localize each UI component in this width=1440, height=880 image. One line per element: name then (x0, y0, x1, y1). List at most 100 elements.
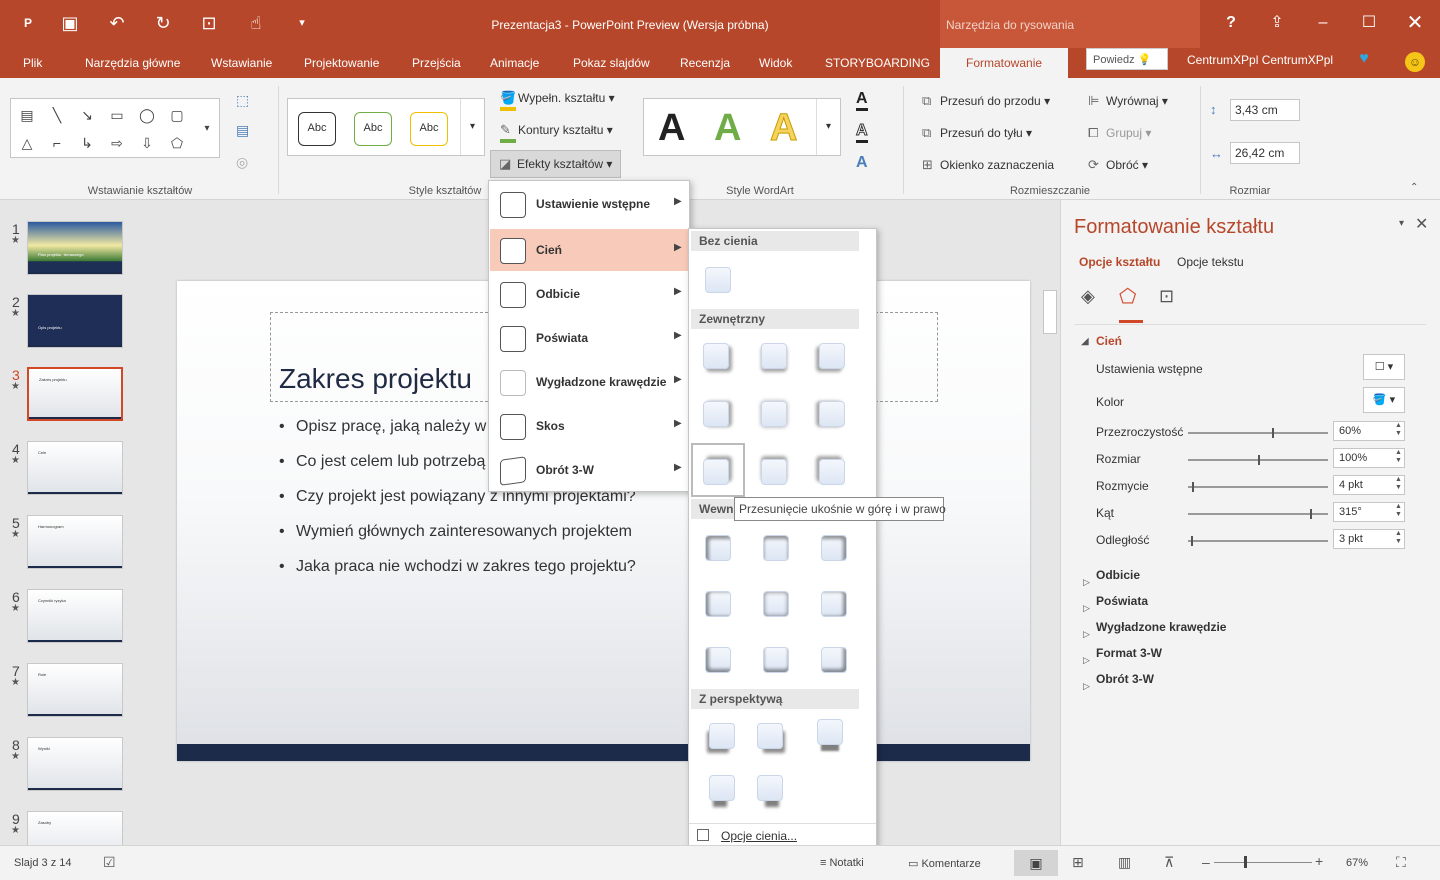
start-slideshow-icon[interactable]: ⊡ (197, 12, 221, 34)
shadow-option-outer[interactable] (819, 401, 845, 427)
shadow-option-perspective[interactable] (709, 775, 735, 801)
minimize-button[interactable]: – (1308, 10, 1338, 36)
tab-view[interactable]: Widok (759, 56, 792, 70)
property-slider-knob[interactable] (1310, 509, 1312, 519)
tab-design[interactable]: Projektowanie (304, 56, 379, 70)
style-sample-green[interactable]: Abc (354, 112, 392, 146)
spelling-check-icon[interactable]: ☑ (103, 854, 116, 871)
section-3d-format[interactable]: Format 3-W (1096, 646, 1162, 660)
zoom-out-button[interactable]: – (1202, 854, 1210, 870)
maximize-button[interactable]: ☐ (1354, 10, 1384, 36)
group-button[interactable]: ⧠ Grupuj ▾ (1088, 125, 1151, 141)
shadow-option-inner[interactable] (763, 591, 789, 617)
more-shapes-icon[interactable]: ▾ (197, 121, 217, 137)
slide-bullet[interactable]: Opisz pracę, jaką należy w (296, 418, 486, 436)
selection-pane-button[interactable]: ⊞ Okienko zaznaczenia (922, 157, 1054, 173)
zoom-slider[interactable] (1214, 862, 1312, 863)
menu-item-soft-edges[interactable]: Wygładzone krawędzie ▶ (490, 361, 688, 403)
reading-view-icon[interactable]: ▥ (1118, 854, 1131, 871)
slide-bullet[interactable]: Co jest celem lub potrzebą (296, 453, 485, 471)
elbow-arrow-shape-icon[interactable]: ↳ (77, 135, 97, 151)
rounded-rectangle-shape-icon[interactable]: ▢ (167, 107, 187, 123)
text-fill-icon[interactable]: A (856, 90, 868, 111)
vertical-scrollbar-thumb[interactable] (1043, 290, 1057, 334)
more-wordart-icon[interactable]: ▾ (816, 99, 840, 155)
style-sample-dark[interactable]: Abc (298, 112, 336, 146)
notes-button[interactable]: ≡ Notatki (820, 857, 864, 869)
shape-outline-button[interactable]: ✎ Kontury kształtu ▾ (500, 122, 613, 138)
menu-item-glow[interactable]: Poświata ▶ (490, 317, 688, 359)
text-effects-icon[interactable]: A (856, 154, 868, 172)
tab-insert[interactable]: Wstawianie (211, 56, 272, 70)
property-slider[interactable] (1188, 486, 1328, 488)
shadow-options-link[interactable]: Opcje cienia... (721, 829, 797, 843)
size-properties-icon[interactable]: ⊡ (1159, 286, 1174, 307)
style-sample-gold[interactable]: Abc (410, 112, 448, 146)
spinner-arrows-icon[interactable]: ▲ ▼ (1395, 503, 1402, 519)
wordart-style-gold[interactable]: A (769, 107, 797, 150)
tab-animations[interactable]: Animacje (490, 56, 539, 70)
property-slider-knob[interactable] (1192, 482, 1194, 492)
tab-review[interactable]: Recenzja (680, 56, 730, 70)
menu-item-bevel[interactable]: Skos ▶ (490, 405, 688, 447)
slide-thumbnail[interactable]: Harmonogram (27, 515, 123, 569)
text-outline-icon[interactable]: A (856, 122, 868, 143)
close-pane-icon[interactable]: ✕ (1415, 214, 1428, 234)
property-slider-knob[interactable] (1258, 455, 1260, 465)
property-slider[interactable] (1188, 432, 1328, 434)
help-button[interactable]: ? (1216, 10, 1246, 36)
shadow-option-outer[interactable] (703, 401, 729, 427)
property-slider[interactable] (1188, 513, 1328, 515)
right-arrow-shape-icon[interactable]: ⇨ (107, 135, 127, 151)
undo-icon[interactable]: ↶ (105, 12, 129, 34)
presets-dropdown[interactable]: ☐ ▾ (1363, 354, 1405, 380)
collapse-ribbon-icon[interactable]: ⌃ (1410, 182, 1418, 193)
shadow-option-inner[interactable] (705, 647, 731, 673)
spinner-arrows-icon[interactable]: ▲ ▼ (1395, 449, 1402, 465)
shadow-option-inner[interactable] (821, 535, 847, 561)
shadow-option-perspective[interactable] (817, 719, 843, 745)
shapes-gallery[interactable]: ▤ ╲ ↘ ▭ ◯ ▢ △ ⌐ ↳ ⇨ ⇩ ⬠ ▾ (10, 98, 220, 158)
oval-shape-icon[interactable]: ◯ (137, 107, 157, 123)
shadow-option-outer[interactable] (761, 401, 787, 427)
shape-styles-gallery[interactable]: Abc Abc Abc ▾ (287, 98, 485, 156)
shadow-option-outer[interactable] (819, 343, 845, 369)
slide-title[interactable]: Zakres projektu (279, 363, 472, 395)
redo-icon[interactable]: ↻ (151, 12, 175, 34)
shadow-option-outer[interactable] (761, 343, 787, 369)
rectangle-shape-icon[interactable]: ▭ (107, 107, 127, 123)
slide-thumbnail[interactable]: Role (27, 663, 123, 717)
shadow-option-perspective[interactable] (709, 723, 735, 749)
slide-thumbnail[interactable]: Zakres projektu (27, 367, 123, 421)
tab-file[interactable]: Plik (23, 56, 42, 70)
more-styles-icon[interactable]: ▾ (460, 99, 484, 155)
zoom-slider-knob[interactable] (1244, 856, 1247, 868)
shadow-option-outer[interactable] (703, 343, 729, 369)
property-slider-knob[interactable] (1272, 428, 1274, 438)
pane-options-icon[interactable]: ▾ (1399, 218, 1404, 229)
slideshow-view-icon[interactable]: ⊼ (1164, 854, 1174, 871)
comments-button[interactable]: ▭ Komentarze (908, 857, 981, 870)
menu-item-3d-rotation[interactable]: Obrót 3-W ▶ (490, 449, 688, 491)
zoom-level[interactable]: 67% (1346, 857, 1368, 869)
user-name[interactable]: CentrumXPpl CentrumXPpl (1187, 53, 1333, 67)
shadow-option-perspective[interactable] (757, 723, 783, 749)
freeform-shape-icon[interactable]: ⬠ (167, 135, 187, 151)
wordart-gallery[interactable]: A A A ▾ (643, 98, 841, 156)
height-input[interactable]: 3,43 cm (1230, 99, 1300, 121)
color-dropdown[interactable]: 🪣 ▾ (1363, 387, 1405, 413)
rotate-button[interactable]: ⟳ Obróć ▾ (1088, 157, 1148, 173)
ribbon-display-icon[interactable]: ⇪ (1262, 10, 1292, 36)
shadow-option-outer[interactable] (819, 459, 845, 485)
property-slider-knob[interactable] (1191, 536, 1193, 546)
normal-view-icon[interactable]: ▣ (1014, 850, 1058, 876)
close-button[interactable]: ✕ (1400, 10, 1430, 36)
save-icon[interactable]: ▣ (58, 12, 82, 34)
wordart-style-green[interactable]: A (714, 107, 741, 150)
slide-thumbnail[interactable]: Plan projektu ·terraswego (27, 221, 123, 275)
shadow-option-inner[interactable] (763, 535, 789, 561)
slide-thumbnail[interactable]: Cele (27, 441, 123, 495)
slide-thumbnail[interactable]: Wyniki (27, 737, 123, 791)
section-3d-rotation[interactable]: Obrót 3-W (1096, 672, 1154, 686)
down-arrow-shape-icon[interactable]: ⇩ (137, 135, 157, 151)
